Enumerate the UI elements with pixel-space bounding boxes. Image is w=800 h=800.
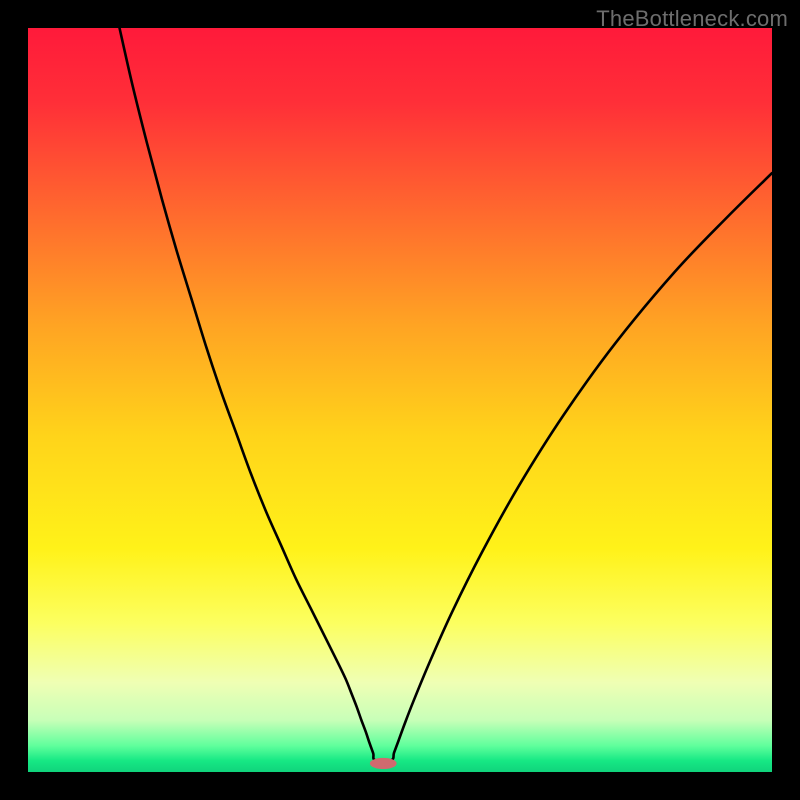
chart-svg: [28, 28, 772, 772]
minimum-marker: [370, 758, 397, 769]
gradient-background: [28, 28, 772, 772]
plot-area: [28, 28, 772, 772]
chart-frame: TheBottleneck.com: [0, 0, 800, 800]
